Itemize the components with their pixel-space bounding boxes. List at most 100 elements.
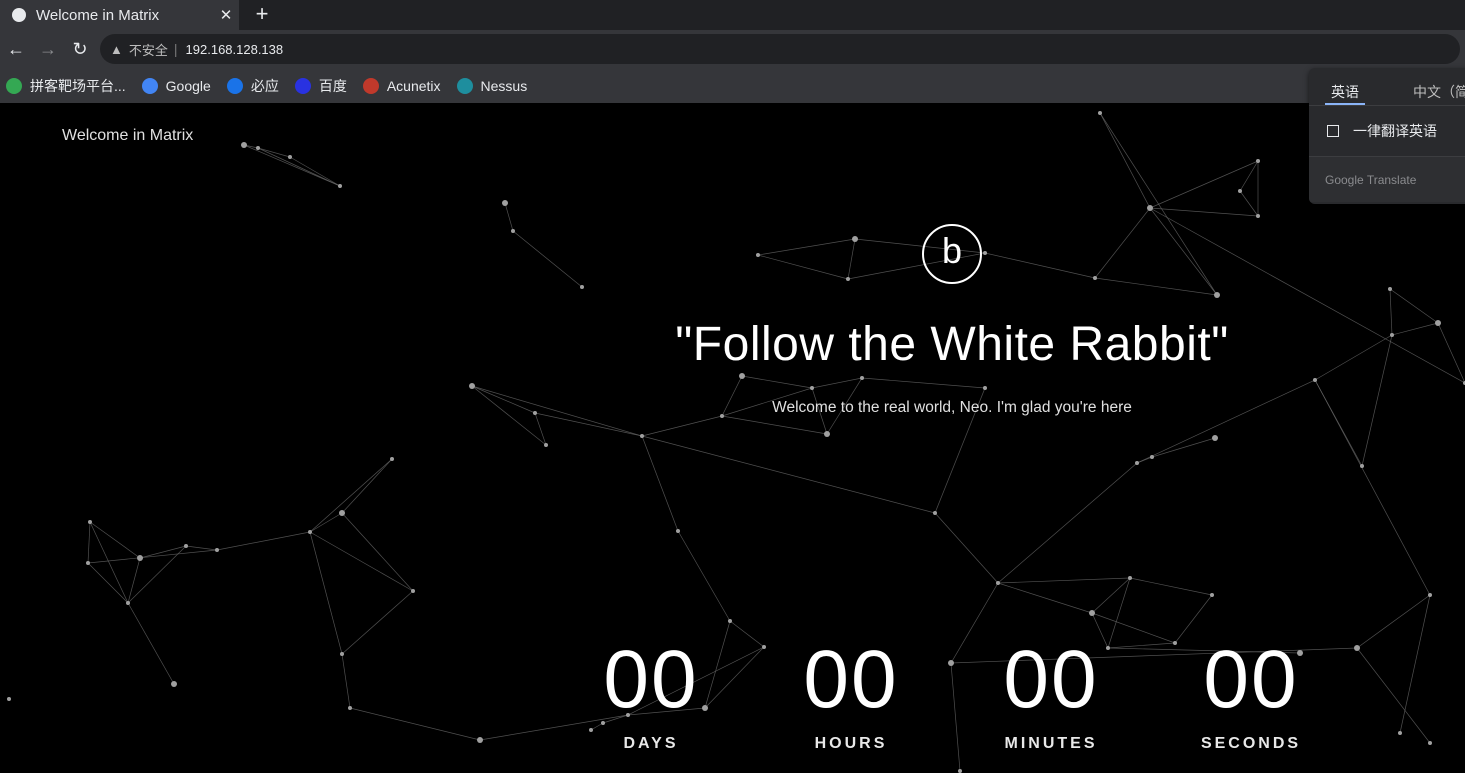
network-link xyxy=(1094,277,1218,296)
tab-english[interactable]: 英语 xyxy=(1325,68,1365,105)
network-link xyxy=(471,385,536,414)
network-link xyxy=(127,602,175,685)
countdown-minutes: 00 MINUTES xyxy=(951,639,1151,753)
bookmark-bing[interactable]: 必应 xyxy=(226,76,279,96)
bookmarks-bar: 拼客靶场平台... Google 必应 百度 Acunetix Nessus xyxy=(0,68,1465,103)
forward-button[interactable]: → xyxy=(32,33,64,65)
bookmark-baidu[interactable]: 百度 xyxy=(294,76,347,96)
network-node xyxy=(88,520,92,524)
network-link xyxy=(997,462,1138,584)
network-node xyxy=(469,383,475,389)
network-link xyxy=(1399,594,1431,734)
bookmark-google[interactable]: Google xyxy=(141,77,211,94)
network-node xyxy=(1214,292,1220,298)
green-globe-icon xyxy=(6,77,22,94)
network-node xyxy=(137,555,143,561)
network-link xyxy=(641,415,723,437)
network-node xyxy=(7,697,11,701)
always-translate-option[interactable]: 一律翻译英语 xyxy=(1309,106,1465,156)
nessus-icon xyxy=(456,77,473,94)
new-tab-button[interactable]: + xyxy=(251,2,273,26)
countdown-value: 00 xyxy=(1203,634,1299,725)
network-node xyxy=(184,544,188,548)
tab-chinese[interactable]: 中文（简 xyxy=(1413,68,1465,105)
countdown-seconds: 00 SECONDS xyxy=(1151,639,1351,753)
site-brand[interactable]: Welcome in Matrix xyxy=(62,127,193,145)
network-link xyxy=(139,545,187,559)
network-link xyxy=(349,707,481,741)
network-node xyxy=(86,561,90,565)
network-node xyxy=(1313,378,1317,382)
network-node xyxy=(1360,464,1364,468)
network-link xyxy=(1314,379,1431,596)
network-link xyxy=(757,238,856,256)
bookmark-nessus[interactable]: Nessus xyxy=(456,77,528,94)
reload-button[interactable]: ↻ xyxy=(64,33,96,65)
warning-icon[interactable]: ▲ xyxy=(110,42,123,57)
baidu-icon xyxy=(294,77,311,94)
bookmark-pinke[interactable]: 拼客靶场平台... xyxy=(6,76,126,96)
checkbox-icon[interactable] xyxy=(1327,125,1339,137)
network-link xyxy=(1356,647,1431,744)
countdown-value: 00 xyxy=(1003,634,1099,725)
network-node xyxy=(256,146,260,150)
browser-tab[interactable]: Welcome in Matrix ✕ xyxy=(0,0,239,30)
close-tab-icon[interactable]: ✕ xyxy=(213,6,239,24)
network-link xyxy=(87,562,129,604)
page-content: Welcome in Matrix b "Follow the White Ra… xyxy=(0,103,1465,773)
network-node xyxy=(1435,320,1441,326)
countdown-label: MINUTES xyxy=(1004,735,1098,752)
network-node xyxy=(1210,593,1214,597)
network-link xyxy=(309,531,343,655)
address-bar[interactable]: ▲ 不安全 | 192.168.128.138 xyxy=(100,34,1460,64)
network-node xyxy=(846,277,850,281)
network-node xyxy=(1238,189,1242,193)
translate-popup: 英语 中文（简 一律翻译英语 Google Translate xyxy=(1309,68,1465,204)
logo-letter: b xyxy=(941,230,963,271)
network-link xyxy=(811,377,863,389)
network-node xyxy=(810,386,814,390)
countdown-label: SECONDS xyxy=(1200,735,1302,752)
network-link xyxy=(512,230,583,288)
network-node xyxy=(1093,276,1097,280)
network-node xyxy=(411,589,415,593)
network-node xyxy=(241,142,247,148)
network-node xyxy=(511,229,515,233)
network-node xyxy=(477,737,483,743)
bookmark-label: Nessus xyxy=(480,77,528,94)
network-link xyxy=(87,549,218,564)
tab-title: Welcome in Matrix xyxy=(36,6,160,24)
url-text[interactable]: 192.168.128.138 xyxy=(186,42,284,57)
network-node xyxy=(1354,645,1360,651)
network-link xyxy=(1437,322,1465,384)
network-link xyxy=(309,531,414,592)
network-link xyxy=(341,590,414,655)
back-button[interactable]: ← xyxy=(0,33,32,65)
network-link xyxy=(1129,577,1213,596)
network-node xyxy=(308,530,312,534)
network-node xyxy=(544,443,548,447)
page-headline: "Follow the White Rabbit" xyxy=(675,318,1229,371)
bookmark-acunetix[interactable]: Acunetix xyxy=(362,77,441,94)
network-link xyxy=(257,147,341,187)
network-link xyxy=(216,531,311,551)
network-node xyxy=(1098,111,1102,115)
network-node xyxy=(824,431,830,437)
network-link xyxy=(341,458,393,514)
google-icon xyxy=(141,77,158,94)
network-link xyxy=(641,435,936,514)
network-node xyxy=(739,373,745,379)
network-link xyxy=(1149,207,1218,296)
countdown-days: 00 DAYS xyxy=(551,639,751,753)
network-link xyxy=(1361,334,1393,467)
security-status[interactable]: 不安全 xyxy=(129,40,168,59)
network-link xyxy=(471,385,547,446)
network-link xyxy=(757,254,849,280)
network-link xyxy=(1149,160,1259,209)
network-node xyxy=(215,548,219,552)
network-node xyxy=(126,601,130,605)
acunetix-icon xyxy=(362,77,379,94)
network-node xyxy=(580,285,584,289)
network-node xyxy=(533,411,537,415)
countdown-hours: 00 HOURS xyxy=(751,639,951,753)
